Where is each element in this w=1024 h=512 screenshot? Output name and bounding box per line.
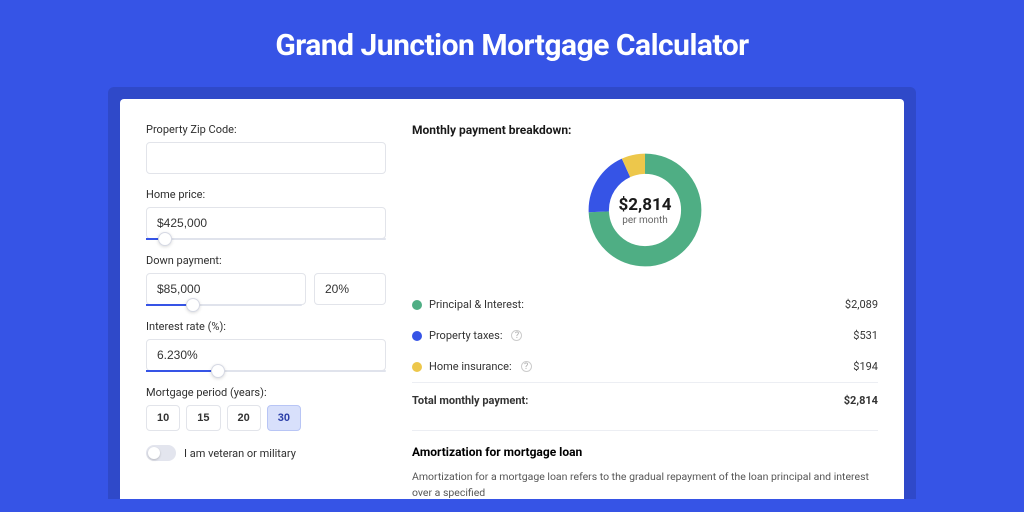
info-icon[interactable]: ? [521, 361, 532, 372]
legend-label: Property taxes: [429, 329, 502, 342]
toggle-knob [148, 447, 160, 459]
legend-label: Principal & Interest: [429, 298, 524, 311]
form-column: Property Zip Code: Home price: Down paym… [146, 123, 386, 499]
zip-label: Property Zip Code: [146, 123, 386, 136]
veteran-row: I am veteran or military [146, 445, 386, 461]
home-price-slider-thumb[interactable] [158, 232, 172, 246]
legend-swatch [412, 300, 422, 310]
zip-field: Property Zip Code: [146, 123, 386, 174]
interest-slider-thumb[interactable] [211, 364, 225, 378]
down-payment-pct-input[interactable] [314, 273, 386, 305]
period-field: Mortgage period (years): 1015 2030 [146, 386, 386, 431]
total-value: $2,814 [844, 394, 878, 407]
interest-input[interactable] [146, 339, 386, 371]
donut-center: $2,814 per month [584, 149, 706, 271]
home-price-input[interactable] [146, 207, 386, 239]
period-button-15[interactable]: 15 [186, 405, 220, 431]
legend-swatch [412, 362, 422, 372]
down-payment-input[interactable] [146, 273, 306, 305]
total-label: Total monthly payment: [412, 394, 528, 407]
home-price-slider[interactable] [146, 238, 386, 240]
down-payment-slider-thumb[interactable] [186, 298, 200, 312]
breakdown-column: Monthly payment breakdown: $2,814 per mo… [412, 123, 878, 499]
period-button-10[interactable]: 10 [146, 405, 180, 431]
interest-label: Interest rate (%): [146, 320, 386, 333]
donut-chart-wrap: $2,814 per month [412, 149, 878, 271]
legend-row: Home insurance:? $194 [412, 351, 878, 382]
donut-sub: per month [622, 215, 668, 226]
interest-field: Interest rate (%): [146, 320, 386, 372]
interest-slider[interactable] [146, 370, 386, 372]
down-payment-field: Down payment: [146, 254, 386, 306]
legend-row: Principal & Interest: $2,089 [412, 289, 878, 320]
legend-label: Home insurance: [429, 360, 512, 373]
donut-amount: $2,814 [619, 195, 672, 215]
legend-value: $2,089 [845, 298, 878, 311]
total-row: Total monthly payment: $2,814 [412, 382, 878, 416]
legend-value: $531 [853, 329, 878, 342]
period-buttons: 1015 2030 [146, 405, 386, 431]
page-title: Grand Junction Mortgage Calculator [0, 0, 1024, 87]
legend-value: $194 [853, 360, 878, 373]
legend-swatch [412, 331, 422, 341]
amortization-title: Amortization for mortgage loan [412, 445, 878, 459]
home-price-label: Home price: [146, 188, 386, 201]
veteran-toggle[interactable] [146, 445, 176, 461]
legend-row: Property taxes:? $531 [412, 320, 878, 351]
card-frame: Property Zip Code: Home price: Down paym… [108, 87, 916, 499]
home-price-field: Home price: [146, 188, 386, 240]
veteran-label: I am veteran or military [184, 447, 296, 460]
down-payment-slider[interactable] [146, 304, 302, 306]
period-button-30[interactable]: 30 [267, 405, 301, 431]
info-icon[interactable]: ? [511, 330, 522, 341]
donut-chart: $2,814 per month [584, 149, 706, 271]
amortization-section: Amortization for mortgage loan Amortizat… [412, 430, 878, 499]
zip-input[interactable] [146, 142, 386, 174]
amortization-text: Amortization for a mortgage loan refers … [412, 469, 878, 499]
calculator-card: Property Zip Code: Home price: Down paym… [120, 99, 904, 499]
down-payment-label: Down payment: [146, 254, 386, 267]
interest-slider-fill [146, 370, 218, 372]
period-label: Mortgage period (years): [146, 386, 386, 399]
period-button-20[interactable]: 20 [227, 405, 261, 431]
breakdown-title: Monthly payment breakdown: [412, 123, 878, 137]
legend: Principal & Interest: $2,089 Property taxe… [412, 289, 878, 382]
